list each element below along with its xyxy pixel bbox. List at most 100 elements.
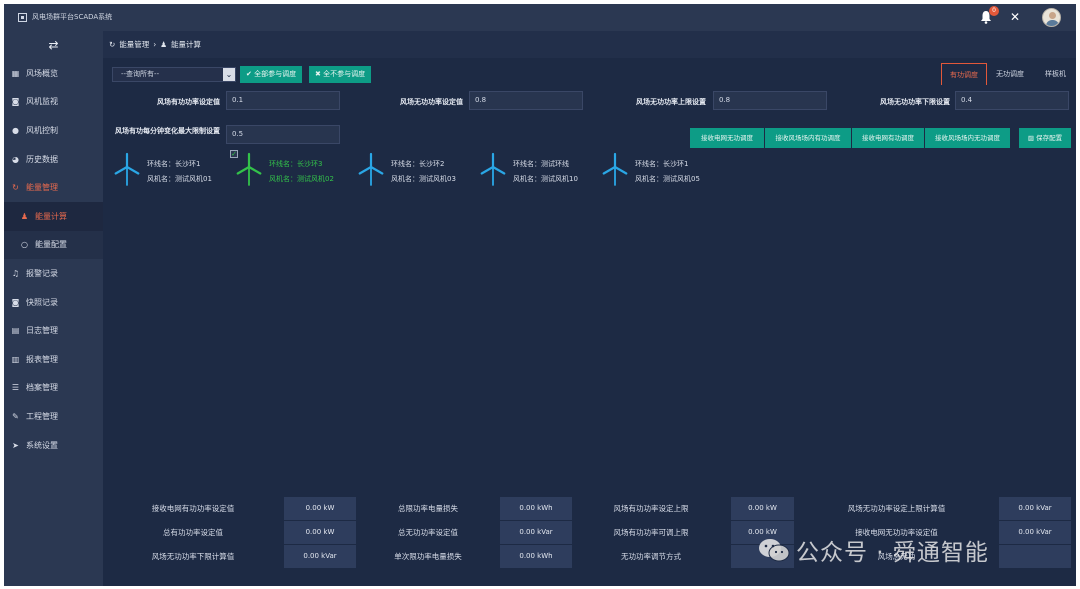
user-icon: ♟ [160,40,168,49]
turbine-ring: 环线名：测试环线 [513,160,569,168]
turbine-name: 风机名：测试风机05 [635,175,700,183]
summary-label: 无功功率调节方式 [621,552,681,561]
turbine-name: 风机名：测试风机03 [391,175,456,183]
bell-icon: ♫ [11,268,20,278]
turbine-card[interactable]: 环线名：长沙环1 风机名：测试风机01 [112,149,232,189]
summary-value [999,545,1071,568]
turbine-name: 风机名：测试风机10 [513,175,578,183]
param-label-reactive-lower: 风场无功功率下限设置 [880,98,950,106]
param-input-max-change[interactable]: 0.5 [226,125,340,144]
all-join-button[interactable]: ✔ 全部参与调度 [240,66,303,83]
table-row: 接收电网有功功率设定值 0.00 kW 总限功率电量损失 0.00 kWh 风场… [103,497,1076,521]
turbine-card[interactable]: 环线名：长沙环3 风机名：测试风机02 [234,149,354,189]
sidebar-item-overview[interactable]: ▦ 风场概览 [4,59,103,88]
wind-turbine-icon [358,152,384,186]
sidebar-item-projects[interactable]: ✎ 工程管理 [4,402,103,431]
save-config-button[interactable]: ▨ 保存配置 [1019,128,1071,148]
summary-value: 0.00 kWh [500,497,572,520]
watermark-text: 公众号 · 舜通智能 [796,540,989,566]
circle-icon: ● [12,125,19,135]
file-icon: ▤ [11,326,20,336]
sidebar-item-energy-management[interactable]: ↻ 能量管理 [4,173,103,202]
param-label-reactive-upper: 风场无功功率上限设置 [636,98,706,106]
receive-farm-active-button[interactable]: 接收风场场内有功调度 [765,128,851,148]
sidebar-item-label: 风场概览 [26,68,58,78]
tab-reactive-dispatch[interactable]: 无功调度 [996,63,1024,85]
button-label: 全部参与调度 [254,70,297,78]
turbine-card[interactable]: 环线名：长沙环2 风机名：测试风机03 [356,149,476,189]
sidebar-item-alarms[interactable]: ♫ 报警记录 [4,259,103,288]
sidebar-item-settings[interactable]: ➤ 系统设置 [4,431,103,460]
sidebar-item-logs[interactable]: ▤ 日志管理 [4,316,103,345]
summary-value: 0.00 kW [284,521,356,544]
wind-turbine-icon [480,152,506,186]
summary-value: 0.00 kVar [999,521,1071,544]
sidebar-item-control[interactable]: ● 风机控制 [4,116,103,145]
param-label-max-change: 风场有功每分钟变化最大限制设置 [115,127,220,135]
send-icon: ➤ [12,440,19,450]
summary-value: 0.00 kVar [284,545,356,568]
receive-farm-reactive-button[interactable]: 接收风场场内无功调度 [925,128,1010,148]
receive-grid-reactive-button[interactable]: 接收电网无功调度 [690,128,764,148]
sidebar-item-label: 工程管理 [26,411,58,421]
sidebar-item-label: 报警记录 [26,268,58,278]
sidebar-item-snapshots[interactable]: ◙ 快照记录 [4,288,103,317]
sidebar-item-label: 能量管理 [26,183,58,193]
chevron-down-icon[interactable]: ⌄ [223,68,235,81]
avatar[interactable] [1042,8,1061,27]
sidebar-item-history[interactable]: ◕ 历史数据 [4,145,103,174]
refresh-icon: ↻ [109,40,116,49]
param-input-active-setpoint[interactable]: 0.1 [226,91,340,110]
param-input-reactive-upper[interactable]: 0.8 [713,91,827,110]
breadcrumb-current: 能量计算 [171,40,202,49]
wind-turbine-icon [602,152,628,186]
sidebar-item-label: 风机监视 [26,97,58,107]
sidebar-item-energy-config[interactable]: ○ 能量配置 [4,230,103,260]
sidebar-item-label: 能量计算 [35,211,67,221]
toolbar: --查询所有-- ⌄ ✔ 全部参与调度 ✖ 全不参与调度 有功调度 无功调度 样… [103,58,1076,89]
summary-label: 单次限功率电量损失 [394,552,462,561]
sidebar-item-label: 档案管理 [26,383,58,393]
tab-active-dispatch[interactable]: 有功调度 [941,63,987,85]
all-exclude-button[interactable]: ✖ 全不参与调度 [309,66,372,83]
sidebar-item-label: 能量配置 [35,240,67,250]
app-title: 风电场群平台SCADA系统 [18,12,112,22]
sidebar-item-reports[interactable]: ▥ 报表管理 [4,345,103,374]
breadcrumb-parent[interactable]: 能量管理 [119,39,149,50]
camera-icon: ◙ [11,297,20,307]
summary-label: 总无功功率设定值 [398,528,458,537]
app-window: 风电场群平台SCADA系统 0 ✕ ⇄ ▦ 风场概览 ◙ 风机监视 ● 风机控制… [4,4,1076,586]
breadcrumb-separator: › [153,40,157,49]
summary-value: 0.00 kVar [500,521,572,544]
app-title-text: 风电场群平台SCADA系统 [32,13,113,21]
sidebar-item-label: 风机控制 [26,125,58,135]
summary-value: 0.00 kW [731,497,794,520]
refresh-icon: ↻ [12,183,19,193]
turbine-ring: 环线名：长沙环3 [269,160,323,168]
menu-toggle-icon[interactable]: ⇄ [4,31,103,59]
wind-turbine-icon [236,152,262,186]
turbine-query-select[interactable]: --查询所有-- ⌄ [112,67,236,82]
receive-grid-active-button[interactable]: 接收电网有功调度 [852,128,924,148]
summary-value: 0.00 kVar [999,497,1071,520]
wechat-logo-icon [759,539,790,562]
notification-badge: 0 [989,6,999,16]
summary-label: 风场无功功率下限计算值 [151,552,235,561]
param-input-reactive-setpoint[interactable]: 0.8 [469,91,583,110]
sidebar-item-energy-calc[interactable]: ♟ 能量计算 [4,201,103,231]
param-label-reactive-setpoint: 风场无功功率设定值 [400,98,463,106]
breadcrumb: ↻ 能量管理 › ♟ 能量计算 [103,31,1076,58]
param-input-reactive-lower[interactable]: 0.4 [955,91,1069,110]
turbine-card[interactable]: 环线名：测试环线 风机名：测试风机10 [478,149,598,189]
sidebar-item-label: 系统设置 [26,440,58,450]
turbine-card[interactable]: 环线名：长沙环1 风机名：测试风机05 [600,149,720,189]
tab-sample-turbine[interactable]: 样板机 [1045,63,1066,85]
check-icon: ✔ [246,70,252,78]
sidebar-item-archives[interactable]: ☰ 档案管理 [4,374,103,403]
fullscreen-icon[interactable]: ✕ [1009,11,1021,23]
sidebar-item-monitor[interactable]: ◙ 风机监视 [4,88,103,117]
summary-label: 风场有功功率设定上限 [613,504,689,513]
turbine-select-checkbox[interactable]: ✓ [230,150,238,158]
save-icon: ▨ [1027,134,1035,142]
summary-label: 总限功率电量损失 [398,504,458,513]
